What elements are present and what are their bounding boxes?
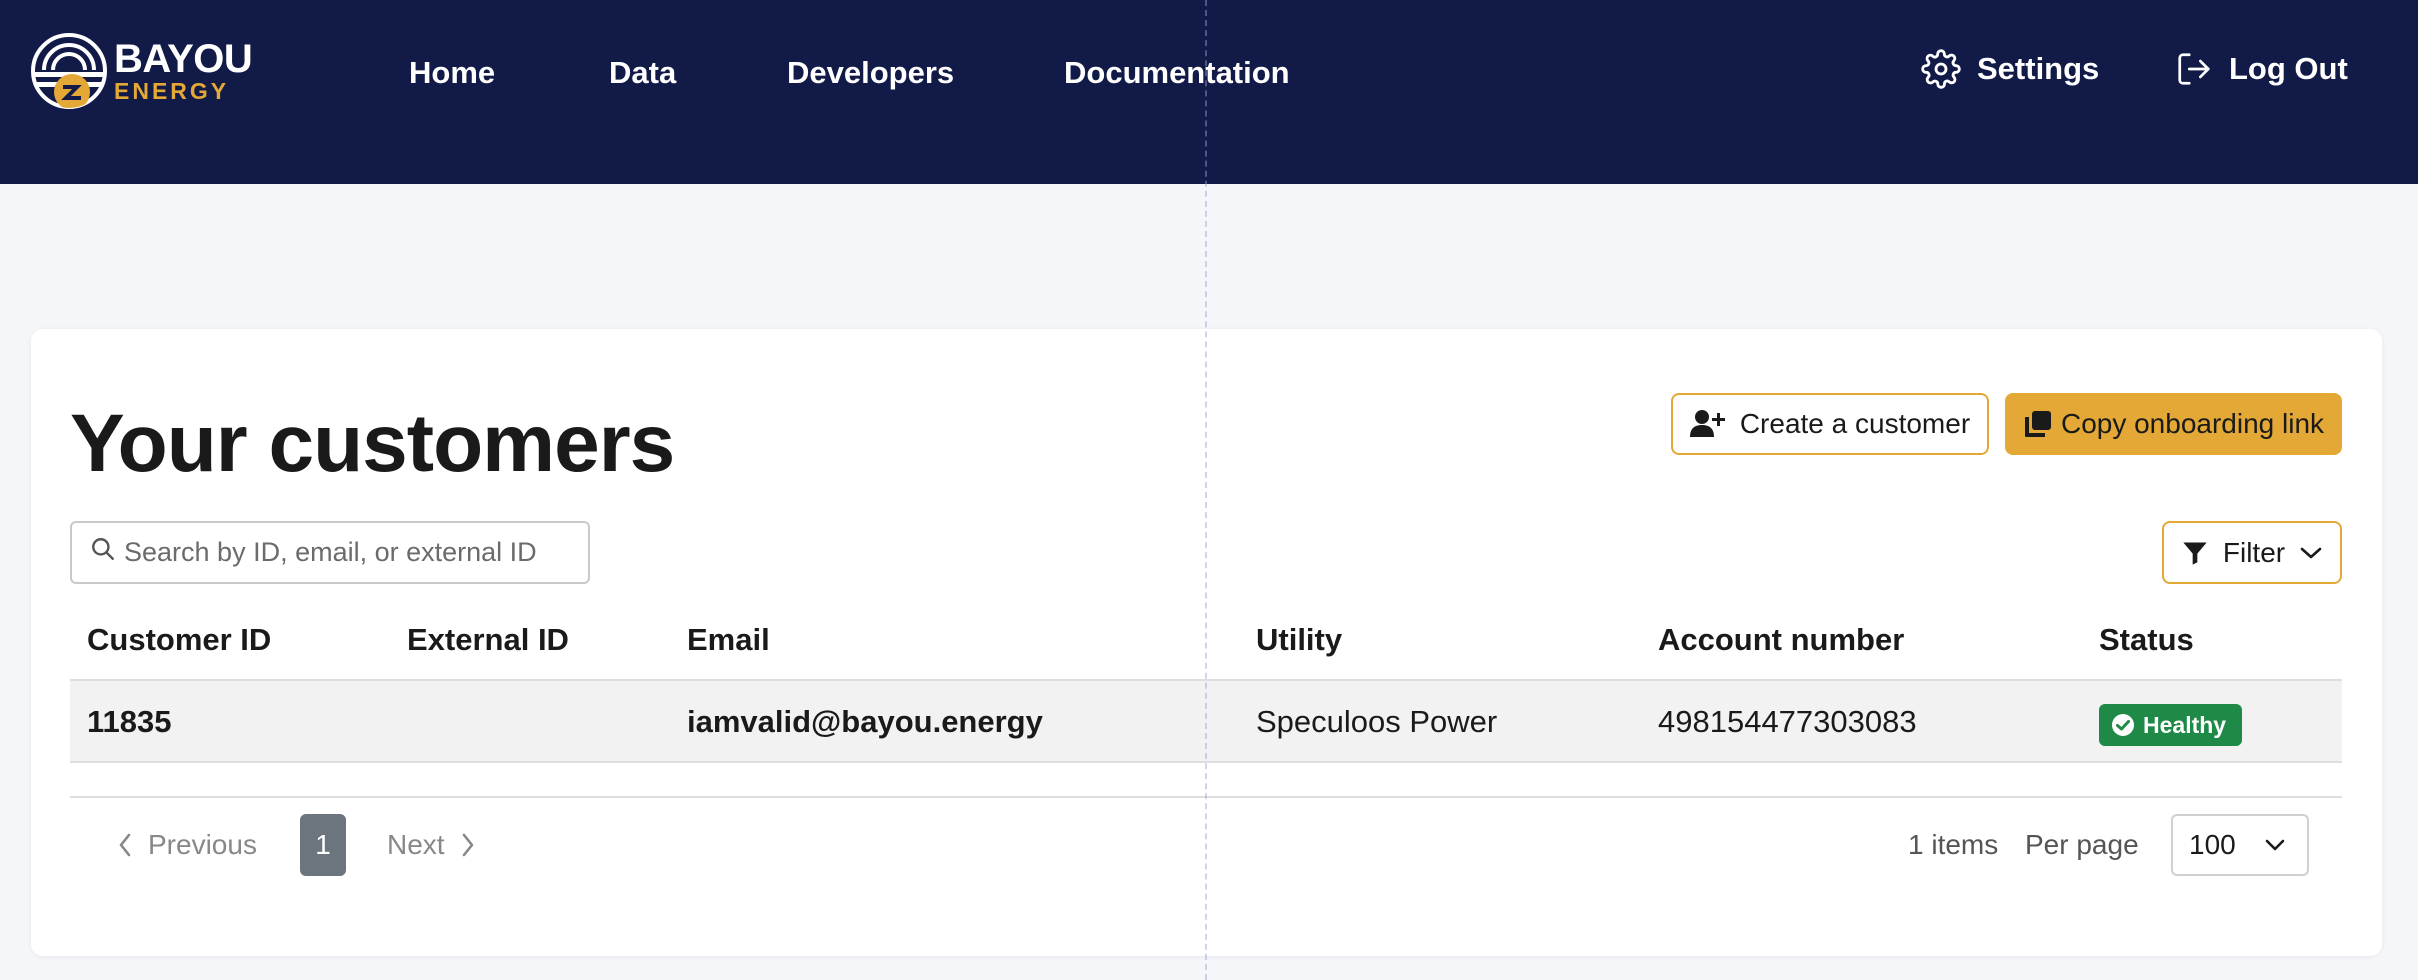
filter-label: Filter <box>2222 536 2286 568</box>
check-circle-icon <box>2112 714 2134 736</box>
logout-icon <box>2178 53 2210 85</box>
nav-home[interactable]: Home <box>409 53 495 93</box>
status-label: Healthy <box>2143 711 2227 738</box>
page-title: Your customers <box>70 398 675 489</box>
create-customer-label: Create a customer <box>1739 408 1971 439</box>
top-navbar: BAYOU ENERGY Home Data Developers Docume… <box>0 0 2418 184</box>
brand-name: BAYOU <box>114 37 253 81</box>
settings-link[interactable]: Settings <box>1921 49 2099 89</box>
chevron-right-icon <box>462 833 473 857</box>
per-page-label: Per page <box>2025 829 2139 860</box>
chevron-down-icon <box>2300 547 2322 558</box>
brand-logo[interactable]: BAYOU ENERGY <box>30 32 253 110</box>
column-header-status[interactable]: Status <box>2099 620 2194 660</box>
logout-link[interactable]: Log Out <box>2175 49 2348 89</box>
logout-label: Log Out <box>2229 51 2348 86</box>
settings-label: Settings <box>1977 51 2100 86</box>
per-page-select[interactable]: 100 <box>2171 814 2309 876</box>
filter-button[interactable]: Filter <box>2162 521 2342 584</box>
cell-account-number: 498154477303083 <box>1658 704 1917 739</box>
pagination-previous[interactable]: Previous <box>118 829 257 861</box>
pagination-page-current[interactable]: 1 <box>300 814 346 876</box>
gear-icon <box>1921 49 1961 89</box>
filter-icon <box>2183 542 2207 565</box>
table-row[interactable] <box>70 679 2342 763</box>
add-user-icon <box>1689 410 1725 437</box>
pagination-next[interactable]: Next <box>387 829 475 861</box>
column-header-customer-id[interactable]: Customer ID <box>87 620 271 660</box>
chevron-down-icon <box>2265 839 2285 851</box>
column-header-account-number[interactable]: Account number <box>1658 620 1904 660</box>
items-count: 1 items <box>1908 829 1999 860</box>
cell-email: iamvalid@bayou.energy <box>687 704 1043 739</box>
column-header-utility[interactable]: Utility <box>1256 620 1342 660</box>
column-header-email[interactable]: Email <box>687 620 770 660</box>
nav-documentation[interactable]: Documentation <box>1064 53 1290 93</box>
chevron-left-icon <box>119 833 131 857</box>
status-badge: Healthy <box>2099 704 2243 746</box>
copy-icon <box>2024 411 2051 437</box>
copy-onboarding-label: Copy onboarding link <box>2060 408 2325 439</box>
create-customer-button[interactable]: Create a customer <box>1671 393 1989 455</box>
cell-customer-id: 11835 <box>87 704 172 739</box>
table-divider <box>70 796 2342 798</box>
per-page-value: 100 <box>2189 829 2236 860</box>
copy-onboarding-link-button[interactable]: Copy onboarding link <box>2005 393 2342 455</box>
previous-label: Previous <box>148 829 257 860</box>
nav-developers[interactable]: Developers <box>787 53 954 93</box>
bayou-logo-icon <box>31 33 107 109</box>
search-icon <box>92 537 114 560</box>
search-input[interactable] <box>124 537 564 568</box>
brand-subname: ENERGY <box>114 78 230 104</box>
search-field[interactable] <box>70 521 590 584</box>
column-header-external-id[interactable]: External ID <box>407 620 569 660</box>
cell-utility: Speculoos Power <box>1256 704 1498 739</box>
next-label: Next <box>387 829 445 860</box>
nav-data[interactable]: Data <box>609 53 676 93</box>
